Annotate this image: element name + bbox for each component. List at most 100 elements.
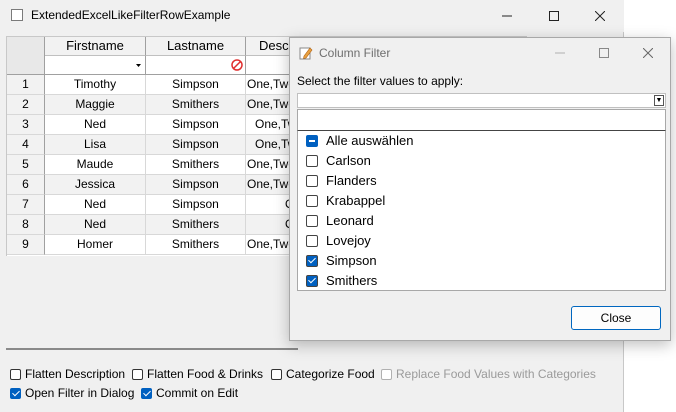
close-icon — [594, 10, 606, 22]
cell-lastname[interactable]: Smithers — [146, 235, 246, 255]
checkbox-label: Open Filter in Dialog — [25, 386, 135, 400]
minimize-button[interactable] — [484, 0, 530, 32]
checkbox-box[interactable] — [306, 175, 318, 187]
cell-firstname[interactable]: Ned — [45, 215, 146, 235]
checkbox-box[interactable] — [306, 235, 318, 247]
dialog-close-button[interactable] — [626, 38, 670, 68]
checkbox-box — [381, 369, 392, 380]
dropdown-arrow-icon[interactable]: ▼ — [654, 95, 664, 106]
filter-values-list[interactable]: Alle auswählen Carlson Flanders Krabappe… — [297, 131, 666, 291]
list-item-label: Krabappel — [326, 193, 386, 208]
list-item-select-all[interactable]: Alle auswählen — [306, 131, 413, 151]
row-header[interactable]: 9 — [7, 235, 45, 255]
cell-firstname[interactable]: Homer — [45, 235, 146, 255]
dropdown-arrow-icon[interactable] — [136, 64, 141, 67]
list-item[interactable]: Carlson — [306, 151, 371, 171]
filter-search-input[interactable] — [297, 109, 666, 131]
list-item-label: Simpson — [326, 253, 377, 268]
horizontal-scrollbar[interactable] — [6, 348, 298, 350]
list-item-label: Alle auswählen — [326, 133, 414, 148]
flatten-food-checkbox[interactable]: Flatten Food & Drinks — [132, 365, 263, 383]
filter-cell-firstname[interactable] — [45, 56, 146, 75]
maximize-button[interactable] — [531, 0, 577, 32]
title-bar: ExtendedExcelLikeFilterRowExample — [0, 0, 624, 32]
list-item-label: Carlson — [326, 153, 371, 168]
cell-firstname[interactable]: Jessica — [45, 175, 146, 195]
list-item-label: Lovejoy — [326, 233, 371, 248]
list-item[interactable]: Smithers — [306, 271, 377, 291]
checkbox-label: Flatten Food & Drinks — [147, 367, 264, 381]
checkbox-label: Categorize Food — [286, 367, 375, 381]
column-header-firstname[interactable]: Firstname — [45, 37, 146, 56]
checkbox-box[interactable] — [306, 135, 318, 147]
column-filter-dialog: Column Filter Select the filter values t… — [289, 37, 671, 341]
close-icon — [642, 47, 654, 59]
close-button[interactable] — [577, 0, 623, 32]
checkbox-box[interactable] — [306, 215, 318, 227]
cell-lastname[interactable]: Simpson — [146, 135, 246, 155]
checkbox-box[interactable] — [271, 369, 282, 380]
cell-firstname[interactable]: Lisa — [45, 135, 146, 155]
open-filter-dialog-checkbox[interactable]: Open Filter in Dialog — [10, 384, 134, 402]
cell-lastname[interactable]: Simpson — [146, 115, 246, 135]
column-header-lastname[interactable]: Lastname — [146, 37, 246, 56]
close-dialog-button[interactable]: Close — [571, 306, 661, 330]
grid-corner[interactable] — [7, 37, 45, 75]
checkbox-box[interactable] — [306, 255, 318, 267]
minimize-icon — [555, 52, 565, 54]
row-header[interactable]: 2 — [7, 95, 45, 115]
list-item-label: Leonard — [326, 213, 374, 228]
flatten-description-checkbox[interactable]: Flatten Description — [10, 365, 125, 383]
list-item[interactable]: Lovejoy — [306, 231, 371, 251]
checkbox-box[interactable] — [10, 388, 21, 399]
row-header[interactable]: 5 — [7, 155, 45, 175]
minimize-icon — [502, 15, 512, 17]
filter-combo[interactable]: ▼ — [297, 93, 666, 108]
list-item[interactable]: Simpson — [306, 251, 377, 271]
dialog-maximize-button[interactable] — [582, 38, 626, 68]
checkbox-box[interactable] — [306, 155, 318, 167]
cell-lastname[interactable]: Simpson — [146, 175, 246, 195]
list-item-label: Smithers — [326, 273, 378, 288]
cell-lastname[interactable]: Smithers — [146, 95, 246, 115]
filter-prompt: Select the filter values to apply: — [297, 74, 464, 88]
row-header[interactable]: 3 — [7, 115, 45, 135]
row-header[interactable]: 6 — [7, 175, 45, 195]
checkbox-box[interactable] — [132, 369, 143, 380]
cell-lastname[interactable]: Smithers — [146, 215, 246, 235]
cell-lastname[interactable]: Simpson — [146, 195, 246, 215]
list-item[interactable]: Leonard — [306, 211, 374, 231]
list-item[interactable]: Krabappel — [306, 191, 385, 211]
cell-lastname[interactable]: Simpson — [146, 75, 246, 95]
dialog-title: Column Filter — [319, 46, 391, 60]
checkbox-box[interactable] — [306, 275, 318, 287]
checkbox-label: Commit on Edit — [156, 386, 239, 400]
cell-firstname[interactable]: Timothy — [45, 75, 146, 95]
checkbox-box[interactable] — [141, 388, 152, 399]
cell-firstname[interactable]: Ned — [45, 115, 146, 135]
dialog-minimize-button[interactable] — [538, 38, 582, 68]
cell-firstname[interactable]: Maggie — [45, 95, 146, 115]
row-header[interactable]: 1 — [7, 75, 45, 95]
list-item[interactable]: Flanders — [306, 171, 377, 191]
row-header[interactable]: 7 — [7, 195, 45, 215]
list-item-label: Flanders — [326, 173, 377, 188]
window-title: ExtendedExcelLikeFilterRowExample — [31, 8, 231, 22]
row-header[interactable]: 8 — [7, 215, 45, 235]
app-window-icon — [11, 9, 23, 21]
checkbox-label: Flatten Description — [25, 367, 126, 381]
row-header[interactable]: 4 — [7, 135, 45, 155]
replace-food-checkbox: Replace Food Values with Categories — [381, 365, 596, 383]
maximize-icon — [599, 48, 609, 58]
cell-lastname[interactable]: Smithers — [146, 155, 246, 175]
categorize-food-checkbox[interactable]: Categorize Food — [271, 365, 375, 383]
checkbox-box[interactable] — [306, 195, 318, 207]
checkbox-label: Replace Food Values with Categories — [396, 367, 596, 381]
checkbox-box[interactable] — [10, 369, 21, 380]
cell-firstname[interactable]: Ned — [45, 195, 146, 215]
maximize-icon — [549, 11, 559, 21]
commit-on-edit-checkbox[interactable]: Commit on Edit — [141, 384, 238, 402]
cell-firstname[interactable]: Maude — [45, 155, 146, 175]
filter-active-icon[interactable] — [231, 59, 243, 71]
filter-cell-lastname[interactable] — [146, 56, 246, 75]
